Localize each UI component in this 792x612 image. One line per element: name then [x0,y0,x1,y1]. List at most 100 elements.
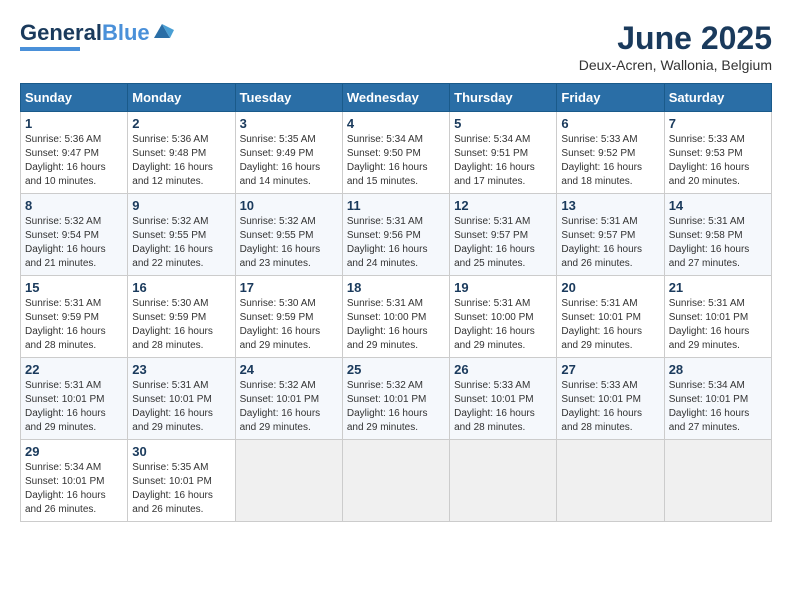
table-row: 3 Sunrise: 5:35 AMSunset: 9:49 PMDayligh… [235,112,342,194]
day-number: 14 [669,198,767,213]
logo: GeneralBlue [20,20,174,51]
page-header: GeneralBlue June 2025 Deux-Acren, Wallon… [20,20,772,73]
day-number: 3 [240,116,338,131]
table-row: 29 Sunrise: 5:34 AMSunset: 10:01 PMDayli… [21,440,128,522]
day-info: Sunrise: 5:34 AMSunset: 10:01 PMDaylight… [25,462,106,515]
calendar-table: Sunday Monday Tuesday Wednesday Thursday… [20,83,772,522]
day-info: Sunrise: 5:32 AMSunset: 9:55 PMDaylight:… [240,216,321,269]
logo-icon [152,20,174,42]
table-row: 23 Sunrise: 5:31 AMSunset: 10:01 PMDayli… [128,358,235,440]
table-row [664,440,771,522]
day-number: 12 [454,198,552,213]
day-info: Sunrise: 5:31 AMSunset: 10:01 PMDaylight… [669,298,750,351]
logo-text: GeneralBlue [20,22,150,44]
table-row: 7 Sunrise: 5:33 AMSunset: 9:53 PMDayligh… [664,112,771,194]
day-info: Sunrise: 5:32 AMSunset: 9:55 PMDaylight:… [132,216,213,269]
day-number: 30 [132,444,230,459]
table-row: 25 Sunrise: 5:32 AMSunset: 10:01 PMDayli… [342,358,449,440]
header-tuesday: Tuesday [235,84,342,112]
table-row: 30 Sunrise: 5:35 AMSunset: 10:01 PMDayli… [128,440,235,522]
table-row: 18 Sunrise: 5:31 AMSunset: 10:00 PMDayli… [342,276,449,358]
day-info: Sunrise: 5:30 AMSunset: 9:59 PMDaylight:… [132,298,213,351]
day-info: Sunrise: 5:31 AMSunset: 9:59 PMDaylight:… [25,298,106,351]
table-row: 14 Sunrise: 5:31 AMSunset: 9:58 PMDaylig… [664,194,771,276]
day-info: Sunrise: 5:33 AMSunset: 9:52 PMDaylight:… [561,134,642,187]
table-row: 26 Sunrise: 5:33 AMSunset: 10:01 PMDayli… [450,358,557,440]
day-number: 25 [347,362,445,377]
day-number: 5 [454,116,552,131]
calendar-week-row: 8 Sunrise: 5:32 AMSunset: 9:54 PMDayligh… [21,194,772,276]
table-row: 16 Sunrise: 5:30 AMSunset: 9:59 PMDaylig… [128,276,235,358]
day-number: 9 [132,198,230,213]
table-row: 21 Sunrise: 5:31 AMSunset: 10:01 PMDayli… [664,276,771,358]
day-number: 18 [347,280,445,295]
day-info: Sunrise: 5:32 AMSunset: 10:01 PMDaylight… [240,380,321,433]
day-number: 1 [25,116,123,131]
table-row: 17 Sunrise: 5:30 AMSunset: 9:59 PMDaylig… [235,276,342,358]
table-row [235,440,342,522]
calendar-week-row: 15 Sunrise: 5:31 AMSunset: 9:59 PMDaylig… [21,276,772,358]
table-row: 12 Sunrise: 5:31 AMSunset: 9:57 PMDaylig… [450,194,557,276]
day-number: 11 [347,198,445,213]
month-title: June 2025 [579,20,772,57]
day-info: Sunrise: 5:31 AMSunset: 10:01 PMDaylight… [132,380,213,433]
day-number: 16 [132,280,230,295]
day-number: 28 [669,362,767,377]
day-number: 15 [25,280,123,295]
day-info: Sunrise: 5:31 AMSunset: 10:00 PMDaylight… [454,298,535,351]
day-number: 22 [25,362,123,377]
table-row: 22 Sunrise: 5:31 AMSunset: 10:01 PMDayli… [21,358,128,440]
table-row: 20 Sunrise: 5:31 AMSunset: 10:01 PMDayli… [557,276,664,358]
day-number: 13 [561,198,659,213]
day-info: Sunrise: 5:36 AMSunset: 9:47 PMDaylight:… [25,134,106,187]
header-monday: Monday [128,84,235,112]
day-info: Sunrise: 5:33 AMSunset: 9:53 PMDaylight:… [669,134,750,187]
day-number: 2 [132,116,230,131]
title-area: June 2025 Deux-Acren, Wallonia, Belgium [579,20,772,73]
header-wednesday: Wednesday [342,84,449,112]
header-sunday: Sunday [21,84,128,112]
calendar-week-row: 29 Sunrise: 5:34 AMSunset: 10:01 PMDayli… [21,440,772,522]
day-info: Sunrise: 5:34 AMSunset: 9:51 PMDaylight:… [454,134,535,187]
table-row: 1 Sunrise: 5:36 AMSunset: 9:47 PMDayligh… [21,112,128,194]
day-info: Sunrise: 5:31 AMSunset: 9:56 PMDaylight:… [347,216,428,269]
day-info: Sunrise: 5:31 AMSunset: 10:01 PMDaylight… [561,298,642,351]
table-row: 13 Sunrise: 5:31 AMSunset: 9:57 PMDaylig… [557,194,664,276]
day-info: Sunrise: 5:31 AMSunset: 9:57 PMDaylight:… [561,216,642,269]
table-row: 11 Sunrise: 5:31 AMSunset: 9:56 PMDaylig… [342,194,449,276]
day-info: Sunrise: 5:34 AMSunset: 10:01 PMDaylight… [669,380,750,433]
table-row: 4 Sunrise: 5:34 AMSunset: 9:50 PMDayligh… [342,112,449,194]
table-row: 6 Sunrise: 5:33 AMSunset: 9:52 PMDayligh… [557,112,664,194]
day-number: 6 [561,116,659,131]
day-info: Sunrise: 5:32 AMSunset: 9:54 PMDaylight:… [25,216,106,269]
day-number: 29 [25,444,123,459]
day-info: Sunrise: 5:35 AMSunset: 9:49 PMDaylight:… [240,134,321,187]
calendar-week-row: 1 Sunrise: 5:36 AMSunset: 9:47 PMDayligh… [21,112,772,194]
day-info: Sunrise: 5:35 AMSunset: 10:01 PMDaylight… [132,462,213,515]
day-info: Sunrise: 5:30 AMSunset: 9:59 PMDaylight:… [240,298,321,351]
day-info: Sunrise: 5:31 AMSunset: 10:00 PMDaylight… [347,298,428,351]
day-number: 17 [240,280,338,295]
day-number: 8 [25,198,123,213]
table-row: 9 Sunrise: 5:32 AMSunset: 9:55 PMDayligh… [128,194,235,276]
day-number: 20 [561,280,659,295]
table-row: 8 Sunrise: 5:32 AMSunset: 9:54 PMDayligh… [21,194,128,276]
table-row: 10 Sunrise: 5:32 AMSunset: 9:55 PMDaylig… [235,194,342,276]
table-row: 2 Sunrise: 5:36 AMSunset: 9:48 PMDayligh… [128,112,235,194]
day-number: 27 [561,362,659,377]
table-row: 24 Sunrise: 5:32 AMSunset: 10:01 PMDayli… [235,358,342,440]
header-saturday: Saturday [664,84,771,112]
calendar-header-row: Sunday Monday Tuesday Wednesday Thursday… [21,84,772,112]
day-info: Sunrise: 5:36 AMSunset: 9:48 PMDaylight:… [132,134,213,187]
day-number: 10 [240,198,338,213]
table-row: 28 Sunrise: 5:34 AMSunset: 10:01 PMDayli… [664,358,771,440]
day-info: Sunrise: 5:31 AMSunset: 9:58 PMDaylight:… [669,216,750,269]
day-info: Sunrise: 5:34 AMSunset: 9:50 PMDaylight:… [347,134,428,187]
day-number: 21 [669,280,767,295]
table-row: 5 Sunrise: 5:34 AMSunset: 9:51 PMDayligh… [450,112,557,194]
day-number: 7 [669,116,767,131]
table-row: 19 Sunrise: 5:31 AMSunset: 10:00 PMDayli… [450,276,557,358]
day-number: 26 [454,362,552,377]
day-number: 19 [454,280,552,295]
table-row: 15 Sunrise: 5:31 AMSunset: 9:59 PMDaylig… [21,276,128,358]
